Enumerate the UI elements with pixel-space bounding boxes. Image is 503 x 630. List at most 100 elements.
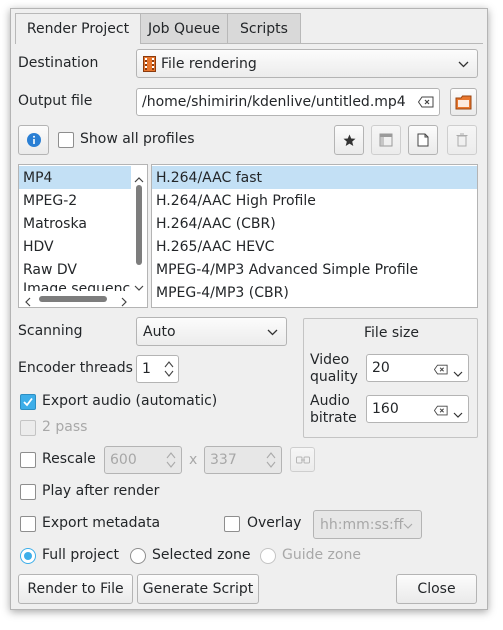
video-quality-combo[interactable]: 20 xyxy=(366,354,469,382)
profile-list[interactable]: H.264/AAC fast H.264/AAC High Profile H.… xyxy=(151,164,478,308)
chevron-left-icon[interactable] xyxy=(25,295,31,307)
video-quality-label: Video quality xyxy=(310,352,358,386)
output-file-label: Output file xyxy=(18,93,93,109)
file-size-title: File size xyxy=(364,325,420,341)
edit-icon xyxy=(379,133,393,147)
rescale-height-spinbox[interactable]: 337 xyxy=(204,446,282,474)
delete-profile-button[interactable] xyxy=(447,125,477,155)
rescale-checkbox[interactable] xyxy=(20,452,36,468)
edit-profile-button[interactable] xyxy=(371,125,401,155)
spin-arrows-icon[interactable] xyxy=(166,451,176,473)
generate-script-label: Generate Script xyxy=(142,581,254,597)
chevron-down-icon xyxy=(458,56,469,72)
format-list[interactable]: MP4 MPEG-2 Matroska HDV Raw DV Image seq… xyxy=(18,164,148,308)
clear-text-icon[interactable] xyxy=(433,404,448,420)
list-item[interactable]: MPEG-4/MP3 Advanced Simple Profile xyxy=(152,258,477,281)
list-item[interactable]: Raw DV xyxy=(19,258,131,281)
list-item[interactable]: Matroska xyxy=(19,212,131,235)
selected-zone-radio[interactable] xyxy=(130,548,146,564)
overlay-checkbox[interactable] xyxy=(224,516,240,532)
full-project-radio[interactable] xyxy=(20,548,36,564)
scrollbar-handle[interactable] xyxy=(39,296,107,302)
spin-arrows-icon[interactable] xyxy=(266,451,276,473)
tab-scripts[interactable]: Scripts xyxy=(227,13,301,43)
profile-name: MPEG-4/MP3 (CBR) xyxy=(156,284,289,301)
profile-name: H.264/AAC fast xyxy=(156,169,262,186)
vertical-scrollbar[interactable] xyxy=(131,165,147,291)
tab-render-project[interactable]: Render Project xyxy=(15,13,141,44)
audio-bitrate-label-line2: bitrate xyxy=(310,410,357,426)
tab-label: Render Project xyxy=(26,21,130,37)
favorite-profile-button[interactable] xyxy=(334,125,364,155)
guide-zone-radio[interactable] xyxy=(260,548,276,564)
play-after-render-checkbox[interactable] xyxy=(20,484,36,500)
format-name: Raw DV xyxy=(23,261,78,278)
scrollbar-handle[interactable] xyxy=(136,185,142,265)
horizontal-scrollbar[interactable] xyxy=(19,291,147,307)
close-label: Close xyxy=(417,581,456,597)
list-item[interactable]: H.265/AAC HEVC xyxy=(152,235,477,258)
clear-text-icon[interactable] xyxy=(417,96,434,112)
show-all-profiles-checkbox[interactable] xyxy=(58,132,74,148)
info-icon xyxy=(26,133,41,147)
selected-zone-label: Selected zone xyxy=(152,547,251,563)
list-item[interactable]: MP4 xyxy=(19,166,131,189)
rescale-width-spinbox[interactable]: 600 xyxy=(104,446,182,474)
export-audio-checkbox[interactable] xyxy=(20,394,36,410)
audio-bitrate-value: 160 xyxy=(372,401,399,417)
render-dialog: Render Project Job Queue Scripts Destina… xyxy=(10,8,488,610)
spin-arrows-icon[interactable] xyxy=(164,360,174,382)
generate-script-button[interactable]: Generate Script xyxy=(137,574,259,604)
list-item[interactable]: MPEG-4/MP3 (CBR) xyxy=(152,281,477,304)
encoder-threads-value: 1 xyxy=(142,361,151,377)
info-button[interactable] xyxy=(18,125,49,155)
clear-text-icon[interactable] xyxy=(433,363,448,379)
destination-select[interactable]: File rendering xyxy=(136,49,478,78)
open-folder-button[interactable] xyxy=(450,88,477,116)
chevron-down-icon xyxy=(267,324,278,340)
close-button[interactable]: Close xyxy=(396,574,477,604)
folder-icon xyxy=(455,95,472,109)
aspect-link-button[interactable] xyxy=(290,447,315,472)
scanning-value: Auto xyxy=(143,323,176,340)
export-metadata-label: Export metadata xyxy=(42,515,161,531)
scanning-select[interactable]: Auto xyxy=(136,317,287,346)
profile-name: H.264/AAC High Profile xyxy=(156,192,316,209)
trash-icon xyxy=(456,133,468,147)
format-name: Matroska xyxy=(23,215,87,232)
list-item[interactable]: Image sequence xyxy=(19,281,131,291)
tab-label: Scripts xyxy=(240,20,288,37)
chevron-right-icon[interactable] xyxy=(121,295,127,307)
encoder-threads-spinbox[interactable]: 1 xyxy=(136,355,179,383)
scanning-label: Scanning xyxy=(18,323,83,339)
encoder-threads-label: Encoder threads xyxy=(18,360,133,376)
rescale-height-value: 337 xyxy=(210,452,237,468)
list-item[interactable]: H.264/AAC High Profile xyxy=(152,189,477,212)
output-file-input[interactable]: /home/shimirin/kdenlive/untitled.mp4 xyxy=(136,88,440,116)
video-quality-label-line2: quality xyxy=(310,369,358,385)
two-pass-label: 2 pass xyxy=(42,419,88,435)
render-to-file-button[interactable]: Render to File xyxy=(18,574,133,604)
destination-label: Destination xyxy=(18,55,99,71)
output-file-value: /home/shimirin/kdenlive/untitled.mp4 xyxy=(142,94,406,110)
tab-job-queue[interactable]: Job Queue xyxy=(140,13,228,43)
list-item[interactable]: H.264/AAC fast xyxy=(152,166,477,189)
two-pass-checkbox[interactable] xyxy=(20,420,36,436)
checkmark-icon xyxy=(23,397,33,407)
link-icon xyxy=(295,456,310,463)
chevron-down-icon[interactable] xyxy=(453,406,463,422)
film-strip-icon xyxy=(143,55,156,72)
format-name: MPEG-2 xyxy=(23,192,78,209)
chevron-down-icon[interactable] xyxy=(453,365,463,381)
list-item[interactable]: H.264/AAC (CBR) xyxy=(152,212,477,235)
audio-bitrate-label-line1: Audio xyxy=(310,393,350,409)
new-profile-button[interactable] xyxy=(408,125,438,155)
overlay-select[interactable]: hh:mm:ss:ff xyxy=(313,510,422,539)
format-name: HDV xyxy=(23,238,54,255)
list-item[interactable]: MPEG-2 xyxy=(19,189,131,212)
export-metadata-checkbox[interactable] xyxy=(20,516,36,532)
full-project-label: Full project xyxy=(42,547,119,563)
show-all-profiles-label: Show all profiles xyxy=(80,131,195,147)
audio-bitrate-combo[interactable]: 160 xyxy=(366,395,469,423)
list-item[interactable]: HDV xyxy=(19,235,131,258)
